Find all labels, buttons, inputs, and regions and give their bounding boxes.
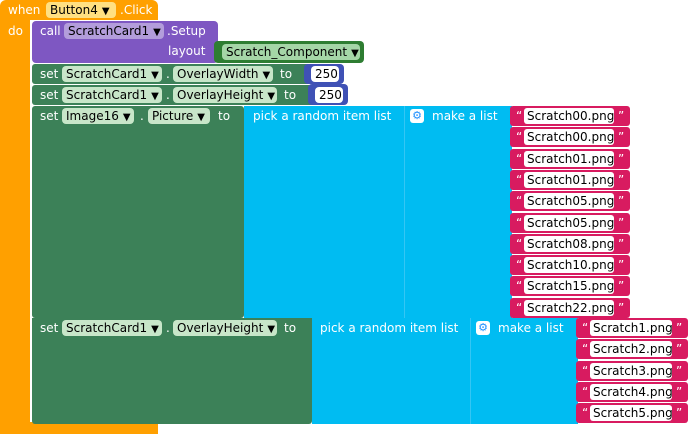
text-string-input[interactable]: Scratch00.png [524,129,614,146]
close-quote-icon: ” [676,363,683,378]
make-list-block[interactable] [404,106,512,318]
text-string-input[interactable]: Scratch01.png [524,150,614,167]
dot-label: . [140,109,144,123]
set-picture-component-dropdown[interactable]: Image16 [62,108,134,124]
to-label: to [284,88,297,102]
dot-label: . [166,67,170,81]
overlayheight-number-input[interactable]: 250 [315,87,343,103]
open-quote-icon: “ [582,406,589,421]
mutator-gear-icon[interactable]: ⚙ [410,109,424,123]
close-quote-icon: ” [676,406,683,421]
close-quote-icon: ” [618,236,625,251]
event-component-dropdown[interactable]: Button4 [46,2,116,18]
text-string-input[interactable]: Scratch10.png [524,257,614,274]
mutator-gear-icon[interactable]: ⚙ [476,321,490,335]
close-quote-icon: ” [676,384,683,399]
when-label: when [8,3,41,17]
dot-label: . [166,321,170,335]
set-width-component-dropdown[interactable]: ScratchCard1 [62,66,162,82]
text-string-input[interactable]: Scratch1.png [590,320,673,336]
close-quote-icon: ” [676,342,683,357]
call-method-label: .Setup [167,24,206,38]
event-name-label: .Click [120,3,153,17]
open-quote-icon: “ [582,342,589,357]
make-list-label: make a list [432,109,498,123]
to-label: to [280,67,293,81]
open-quote-icon: “ [516,215,523,230]
set-height-property-dropdown[interactable]: OverlayHeight [173,87,277,103]
set-label: set [40,321,59,335]
text-string-input[interactable]: Scratch05.png [524,214,614,231]
pick-random-label: pick a random item list [320,321,459,335]
text-string-input[interactable]: Scratch5.png [590,405,673,422]
open-quote-icon: “ [582,363,589,378]
pick-random-item-block[interactable] [244,106,404,318]
close-quote-icon: ” [618,109,625,123]
open-quote-icon: “ [516,279,523,294]
overlaywidth-number-input[interactable]: 250 [311,66,339,82]
close-quote-icon: ” [618,172,625,187]
open-quote-icon: “ [582,321,589,335]
dot-label: . [166,88,170,102]
set-height2-property-dropdown[interactable]: OverlayHeight [173,320,277,336]
close-quote-icon: ” [618,194,625,209]
close-quote-icon: ” [676,321,683,335]
open-quote-icon: “ [516,194,523,209]
set-height2-component-dropdown[interactable]: ScratchCard1 [62,320,162,336]
text-string-input[interactable]: Scratch01.png [524,171,614,188]
set-height-component-dropdown[interactable]: ScratchCard1 [62,87,162,103]
open-quote-icon: “ [582,384,589,399]
to-label: to [284,321,297,335]
open-quote-icon: “ [516,172,523,187]
open-quote-icon: “ [516,130,523,145]
open-quote-icon: “ [516,300,523,315]
set-label: set [40,109,59,123]
text-string-input[interactable]: Scratch2.png [590,341,673,358]
call-component-dropdown[interactable]: ScratchCard1 [64,23,164,39]
text-string-input[interactable]: Scratch22.png [524,299,614,316]
open-quote-icon: “ [516,258,523,273]
text-string-input[interactable]: Scratch08.png [524,235,614,252]
text-string-input[interactable]: Scratch3.png [590,362,673,379]
set-label: set [40,88,59,102]
close-quote-icon: ” [618,130,625,145]
text-string-input[interactable]: Scratch05.png [524,193,614,210]
set-width-property-dropdown[interactable]: OverlayWidth [173,66,273,82]
text-string-input[interactable]: Scratch4.png [590,383,673,400]
text-string-input[interactable]: Scratch15.png [524,278,614,295]
set-label: set [40,67,59,81]
do-label: do [8,24,23,38]
open-quote-icon: “ [516,236,523,251]
pick-random-label: pick a random item list [253,109,392,123]
open-quote-icon: “ [516,109,523,123]
close-quote-icon: ” [618,151,625,166]
set-picture-property-dropdown[interactable]: Picture [148,108,210,124]
close-quote-icon: ” [618,279,625,294]
layout-label: layout [168,44,206,58]
close-quote-icon: ” [618,258,625,273]
close-quote-icon: ” [618,215,625,230]
text-string-input[interactable]: Scratch00.png [524,108,614,124]
open-quote-icon: “ [516,151,523,166]
make-list-label: make a list [498,321,564,335]
to-label: to [218,109,231,123]
close-quote-icon: ” [618,300,625,315]
call-label: call [40,24,61,38]
layout-component-dropdown[interactable]: Scratch_Component [222,44,360,60]
set-picture-block[interactable] [32,106,244,318]
